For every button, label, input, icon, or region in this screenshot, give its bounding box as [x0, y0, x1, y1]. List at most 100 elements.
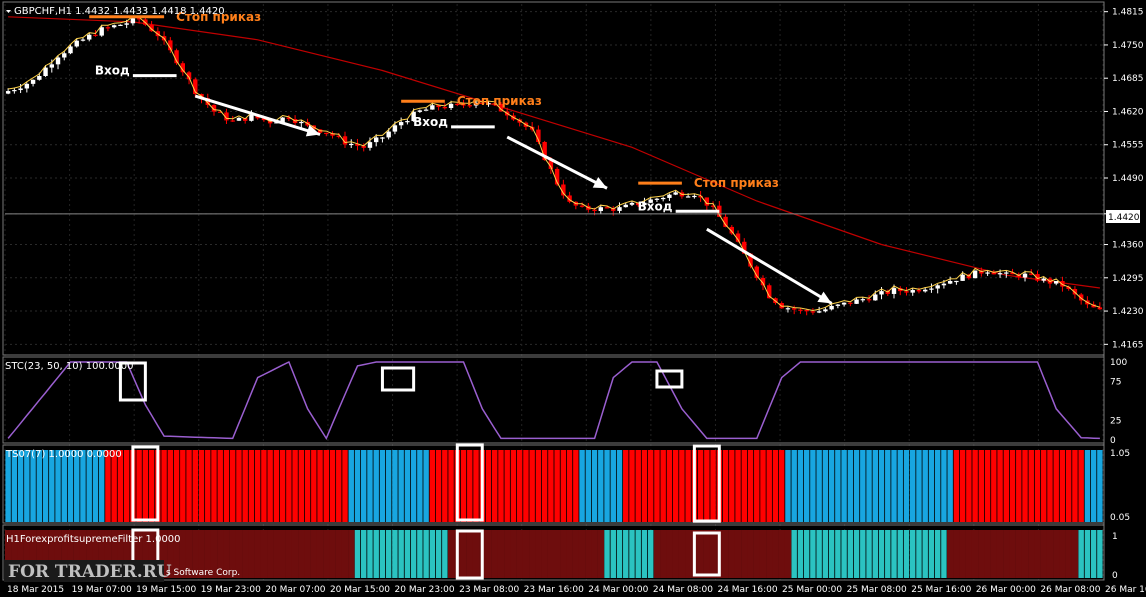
ts07-bar: [984, 450, 991, 522]
candle-body: [816, 311, 822, 313]
filter-bar: [928, 530, 935, 578]
ts07-bar: [86, 450, 92, 522]
ts07-bar: [1016, 450, 1022, 522]
ts07-bar: [467, 450, 473, 522]
stop-label: Стоп приказ: [457, 94, 542, 108]
candle-body: [904, 291, 909, 293]
filter-bar: [1053, 530, 1060, 578]
ts07-bar: [24, 450, 30, 522]
ts07-bar: [111, 450, 117, 522]
ts07-bar: [373, 450, 379, 522]
filter-bar: [1084, 530, 1091, 578]
ts07-bar: [98, 450, 105, 522]
filter-bar: [910, 530, 916, 578]
ts07-bar: [117, 450, 124, 522]
candle-body: [854, 299, 859, 304]
filter-bar: [872, 530, 879, 578]
ts07-bar: [991, 450, 997, 522]
ts07-bar: [354, 450, 361, 522]
ts07-bar: [579, 450, 585, 522]
filter-bar: [822, 530, 829, 578]
ts07-bar: [847, 450, 854, 522]
candle-body: [398, 122, 404, 126]
candle-body: [685, 196, 691, 198]
filter-bar: [835, 530, 841, 578]
ts07-bar: [910, 450, 916, 522]
footer-fragment: s Software Corp.: [166, 568, 240, 578]
candle-body: [417, 110, 423, 112]
filter-bar: [273, 530, 280, 578]
filter-bar: [1021, 530, 1029, 578]
candle-body: [386, 131, 391, 138]
ts07-bar: [192, 450, 198, 522]
filter-bar: [672, 530, 679, 578]
candle-body: [916, 290, 922, 292]
ts07-bar: [835, 450, 841, 522]
ts07-bar: [635, 450, 641, 522]
candle-body: [99, 27, 104, 36]
ts07-bar: [473, 450, 479, 522]
price-tick-label: 1.4750: [1112, 41, 1144, 51]
price-tick-label: 1.4685: [1112, 74, 1144, 84]
candle-body: [1097, 307, 1103, 310]
filter-bar: [516, 530, 524, 578]
ts07-tick-label: 0.05: [1110, 513, 1130, 523]
ts07-bar: [167, 450, 174, 522]
ts07-bar: [435, 450, 442, 522]
ts07-bar: [148, 450, 155, 522]
filter-bar: [248, 530, 255, 578]
time-axis: 18 Mar 2015 19 Mar 07:00 19 Mar 15:00 19 Ma…: [7, 585, 1146, 595]
ts07-bar: [760, 450, 766, 522]
candle-body: [910, 290, 915, 293]
ts07-bar: [398, 450, 404, 522]
filter-bar: [866, 530, 872, 578]
filter-bar: [722, 530, 729, 578]
ts07-bar: [1084, 450, 1091, 522]
ts07-bar: [704, 450, 710, 522]
candle-body: [55, 57, 61, 65]
candle-body: [124, 23, 129, 25]
filter-bar: [941, 530, 947, 578]
candle-body: [367, 142, 373, 148]
ts07-bar: [261, 450, 267, 522]
filter-bar: [1003, 530, 1010, 578]
ts07-bar: [161, 450, 167, 522]
filter-bar: [447, 530, 455, 578]
filter-bar: [361, 530, 367, 578]
time-tick-label: 20 Mar 23:00: [395, 585, 455, 595]
candle-body: [448, 103, 454, 108]
candle-body: [972, 270, 978, 279]
candle-body: [43, 67, 48, 76]
ts07-bar: [591, 450, 598, 522]
ts07-bar: [1009, 450, 1016, 522]
candle-body: [30, 79, 36, 84]
ts07-bar: [828, 450, 835, 522]
ts07-bar: [916, 450, 922, 522]
stc-tick-label: 100: [1110, 358, 1127, 368]
ts07-bar: [629, 450, 635, 522]
ts07-bar: [254, 450, 261, 522]
ts07-bar: [80, 450, 86, 522]
ts07-bar: [186, 450, 192, 522]
filter-bar: [828, 530, 835, 578]
filter-bar: [616, 530, 623, 578]
candle-body: [860, 299, 866, 301]
candle-body: [236, 117, 242, 121]
ts07-bar: [897, 450, 903, 522]
ts07-bar: [311, 450, 317, 522]
ts07-bar: [891, 450, 897, 522]
filter-bar: [678, 530, 686, 578]
filter-bar: [885, 530, 891, 578]
ts07-bar: [816, 450, 822, 522]
ts07-bar: [573, 450, 579, 522]
ts07-bar: [205, 450, 211, 522]
filter-bar: [878, 530, 885, 578]
filter-bar: [784, 530, 792, 578]
entry-label: Вход: [638, 199, 673, 213]
ts07-bar: [1053, 450, 1059, 522]
ts07-bar: [292, 450, 298, 522]
candle-body: [829, 305, 834, 310]
ts07-bar: [448, 450, 454, 522]
filter-bar: [978, 530, 985, 578]
candle-body: [835, 304, 841, 306]
